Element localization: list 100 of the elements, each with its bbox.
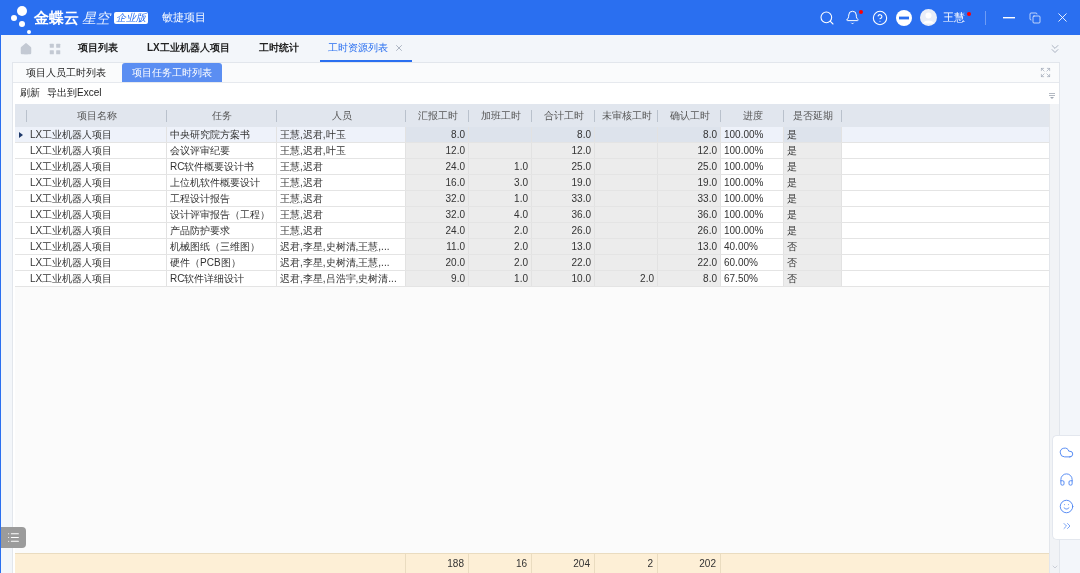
notifications-button[interactable] xyxy=(844,9,860,26)
table-cell: 11.0 xyxy=(406,239,469,254)
table-cell: 2.0 xyxy=(469,255,532,270)
table-cell: RC软件概要设计书 xyxy=(167,159,277,174)
bell-icon xyxy=(844,10,860,25)
table-cell: 12.0 xyxy=(532,143,595,158)
search-icon[interactable] xyxy=(819,9,835,26)
table-cell: 硬件（PCB图） xyxy=(167,255,277,270)
home-icon[interactable] xyxy=(19,41,33,56)
close-tab-icon[interactable] xyxy=(393,42,404,53)
table-cell: 25.0 xyxy=(658,159,721,174)
table-cell: 设计评审报告（工程） xyxy=(167,207,277,222)
table-cell: LX工业机器人项目 xyxy=(27,223,167,238)
table-cell: 是 xyxy=(784,159,842,174)
table-cell: LX工业机器人项目 xyxy=(27,207,167,222)
column-header[interactable]: 确认工时 xyxy=(658,104,721,127)
table-cell: 产品防护要求 xyxy=(167,223,277,238)
table-cell: 24.0 xyxy=(406,223,469,238)
table-cell: 33.0 xyxy=(532,191,595,206)
table-cell: 16.0 xyxy=(406,175,469,190)
edition-badge: 企业版 xyxy=(114,11,148,24)
table-cell: 4.0 xyxy=(469,207,532,222)
column-header[interactable]: 是否延期 xyxy=(784,104,842,127)
toolbar-button[interactable]: 导出到Excel xyxy=(47,87,102,98)
list-caret-icon[interactable] xyxy=(1049,92,1055,99)
column-header[interactable]: 任务 xyxy=(167,104,277,127)
table-cell: 26.0 xyxy=(532,223,595,238)
table-cell: 20.0 xyxy=(406,255,469,270)
table-cell: 是 xyxy=(784,207,842,222)
list-toggle-button[interactable] xyxy=(1,527,26,548)
scroll-down-icon[interactable] xyxy=(1050,563,1059,571)
table-cell: 8.0 xyxy=(532,127,595,142)
table-cell: 否 xyxy=(784,239,842,254)
table-cell: 3.0 xyxy=(469,175,532,190)
table-cell: 机械图纸（三维图） xyxy=(167,239,277,254)
table-cell: 2.0 xyxy=(469,223,532,238)
table-cell: 1.0 xyxy=(469,191,532,206)
chevrons-right-icon[interactable] xyxy=(1060,520,1073,532)
page-tab[interactable]: 工时统计 xyxy=(250,35,307,62)
table-cell: 否 xyxy=(784,271,842,286)
toolbar-button[interactable]: 刷新 xyxy=(20,87,40,98)
column-header[interactable]: 加班工时 xyxy=(469,104,532,127)
table-cell: 12.0 xyxy=(406,143,469,158)
minimize-icon xyxy=(1003,16,1015,19)
table-cell: 是 xyxy=(784,127,842,142)
table-cell: 是 xyxy=(784,223,842,238)
sub-tab[interactable]: 项目人员工时列表 xyxy=(16,63,116,82)
table-cell: 36.0 xyxy=(658,207,721,222)
logo-product: 星空 xyxy=(82,10,110,25)
cloud-icon[interactable] xyxy=(1059,445,1074,460)
table-cell: 32.0 xyxy=(406,207,469,222)
minus-circle-icon[interactable] xyxy=(896,9,912,26)
module-title[interactable]: 敏捷项目 xyxy=(162,12,206,23)
table-cell: 工程设计报告 xyxy=(167,191,277,206)
table-cell: 是 xyxy=(784,143,842,158)
row-pointer-icon xyxy=(19,132,23,138)
table-cell: LX工业机器人项目 xyxy=(27,143,167,158)
table-cell: 2.0 xyxy=(469,239,532,254)
apps-grid-icon[interactable] xyxy=(48,41,62,56)
table-cell: 8.0 xyxy=(658,127,721,142)
table-cell: 19.0 xyxy=(532,175,595,190)
column-header[interactable]: 项目名称 xyxy=(27,104,167,127)
restore-icon xyxy=(1029,11,1041,24)
table-cell: 否 xyxy=(784,255,842,270)
table-cell: LX工业机器人项目 xyxy=(27,159,167,174)
table-cell: LX工业机器人项目 xyxy=(27,191,167,206)
logo-brand: 金蝶云 xyxy=(34,10,79,25)
column-header[interactable]: 合计工时 xyxy=(532,104,595,127)
total-cell: 204 xyxy=(532,554,595,573)
headphones-icon[interactable] xyxy=(1059,472,1074,487)
column-header[interactable]: 进度 xyxy=(721,104,784,127)
table-cell: LX工业机器人项目 xyxy=(27,271,167,286)
table-cell: 26.0 xyxy=(658,223,721,238)
avatar-icon[interactable] xyxy=(920,9,937,26)
user-name[interactable]: 王慧 xyxy=(943,12,965,23)
table-cell: 是 xyxy=(784,175,842,190)
table-cell: 25.0 xyxy=(532,159,595,174)
page-tab[interactable]: 项目列表 xyxy=(70,35,126,62)
table-cell: 8.0 xyxy=(406,127,469,142)
table-cell: 24.0 xyxy=(406,159,469,174)
total-cell: 188 xyxy=(406,554,469,573)
table-cell: RC软件详细设计 xyxy=(167,271,277,286)
table-cell: 19.0 xyxy=(658,175,721,190)
table-cell: 22.0 xyxy=(658,255,721,270)
page-tab[interactable]: LX工业机器人项目 xyxy=(139,35,238,62)
table-cell: 9.0 xyxy=(406,271,469,286)
fullscreen-icon[interactable] xyxy=(1040,67,1051,78)
column-header[interactable]: 人员 xyxy=(277,104,406,127)
table-cell: LX工业机器人项目 xyxy=(27,175,167,190)
total-cell: 2 xyxy=(595,554,658,573)
table-cell: LX工业机器人项目 xyxy=(27,239,167,254)
help-icon[interactable] xyxy=(872,9,888,26)
table-cell: 1.0 xyxy=(469,271,532,286)
table-cell: 13.0 xyxy=(658,239,721,254)
column-header[interactable]: 未审核工时 xyxy=(595,104,658,127)
table-cell: 32.0 xyxy=(406,191,469,206)
column-header[interactable]: 汇报工时 xyxy=(406,104,469,127)
table-cell: 中央研究院方案书 xyxy=(167,127,277,142)
table-cell: 上位机软件概要设计 xyxy=(167,175,277,190)
smiley-icon[interactable] xyxy=(1059,499,1074,514)
